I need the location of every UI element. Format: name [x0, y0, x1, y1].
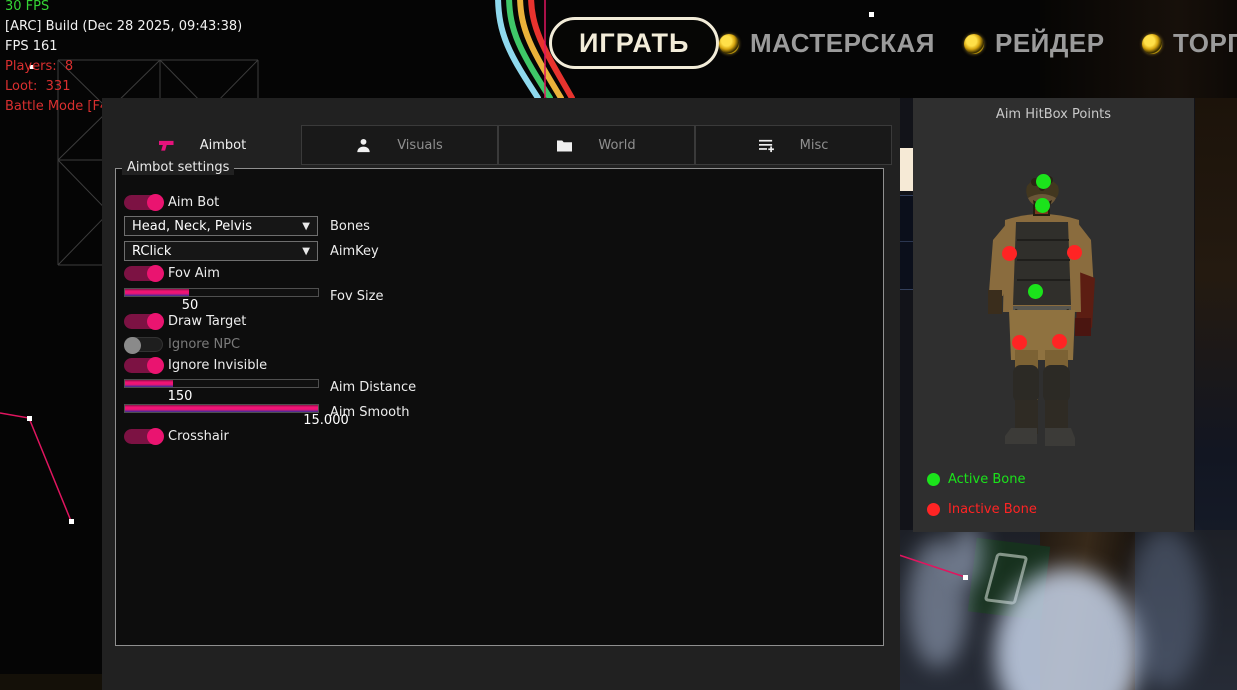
draw-target-toggle[interactable]	[124, 314, 163, 329]
legend-inactive-bone: Inactive Bone	[927, 502, 1037, 517]
hud-loot-count: Loot: 331	[5, 77, 242, 97]
filter-list-icon	[759, 138, 774, 153]
crosshair-label: Crosshair	[168, 429, 229, 444]
inactive-bone-dot-icon	[927, 503, 940, 516]
bone-dot-right-hip[interactable]	[1052, 334, 1067, 349]
esp-node-dot	[69, 519, 74, 524]
esp-node-dot	[27, 416, 32, 421]
coin-icon	[719, 34, 739, 54]
ignore-npc-toggle[interactable]	[124, 337, 163, 352]
crosshair-toggle[interactable]	[124, 429, 163, 444]
bone-dot-left-hip[interactable]	[1012, 335, 1027, 350]
folder-icon	[557, 138, 572, 153]
tab-bar: Aimbot Visuals World Misc	[104, 125, 892, 165]
slider-fill	[125, 380, 173, 387]
tab-visuals[interactable]: Visuals	[301, 125, 498, 165]
legend-label: Active Bone	[948, 472, 1025, 487]
background-light-bar	[900, 148, 914, 191]
fov-size-label: Fov Size	[330, 289, 383, 304]
toggle-knob	[147, 428, 164, 445]
toggle-knob	[147, 265, 164, 282]
menu-item-trade[interactable]: ТОРГОВЛЯ	[1142, 28, 1237, 59]
cheat-menu-panel: Aimbot Visuals World Misc Aimb	[102, 98, 900, 690]
aim-distance-slider[interactable]	[124, 379, 319, 388]
ignore-invisible-label: Ignore Invisible	[168, 358, 267, 373]
esp-node-dot	[869, 12, 874, 17]
toggle-knob	[147, 194, 164, 211]
hud-build-info: [ARC] Build (Dec 28 2025, 09:43:38)	[5, 17, 242, 37]
bones-dropdown-value: Head, Neck, Pelvis	[132, 219, 302, 234]
toggle-knob	[147, 313, 164, 330]
pistol-icon	[159, 138, 174, 153]
active-bone-dot-icon	[927, 473, 940, 486]
aim-distance-value: 150	[155, 389, 205, 404]
game-screen: 30 FPS [ARC] Build (Dec 28 2025, 09:43:3…	[0, 0, 1237, 690]
aimkey-dropdown-value: RClick	[132, 244, 302, 259]
aim-distance-label: Aim Distance	[330, 380, 416, 395]
hud-fps: FPS 161	[5, 37, 242, 57]
coin-icon	[1142, 34, 1162, 54]
fov-size-value: 50	[165, 298, 215, 313]
legend-active-bone: Active Bone	[927, 472, 1025, 487]
background-window	[900, 195, 914, 290]
bone-dot-right-shoulder[interactable]	[1067, 245, 1082, 260]
toggle-knob	[124, 337, 141, 354]
esp-node-dot	[963, 575, 968, 580]
aimkey-dropdown[interactable]: RClick ▼	[124, 241, 318, 261]
chevron-down-icon: ▼	[302, 246, 310, 257]
coin-icon	[964, 34, 984, 54]
play-button[interactable]: ИГРАТЬ	[549, 17, 719, 69]
bone-dot-neck[interactable]	[1035, 198, 1050, 213]
bone-dot-left-shoulder[interactable]	[1002, 246, 1017, 261]
settings-group-title: Aimbot settings	[122, 160, 234, 175]
person-icon	[356, 138, 371, 153]
tab-label: Visuals	[397, 138, 443, 153]
legend-label: Inactive Bone	[948, 502, 1037, 517]
tab-world[interactable]: World	[498, 125, 695, 165]
hud-players-count: Players: 8	[5, 57, 242, 77]
ignore-npc-label: Ignore NPC	[168, 337, 240, 352]
hitbox-panel-title: Aim HitBox Points	[913, 107, 1194, 122]
fov-size-slider[interactable]	[124, 288, 319, 297]
hud-fps-overlay: 30 FPS	[5, 0, 242, 17]
background-smoke-blob	[1128, 528, 1203, 688]
menu-item-workshop[interactable]: МАСТЕРСКАЯ	[719, 28, 935, 59]
fov-aim-toggle[interactable]	[124, 266, 163, 281]
bones-dropdown[interactable]: Head, Neck, Pelvis ▼	[124, 216, 318, 236]
menu-item-label: РЕЙДЕР	[995, 28, 1105, 59]
chevron-down-icon: ▼	[302, 221, 310, 232]
menu-item-label: ТОРГОВЛЯ	[1173, 28, 1237, 59]
tab-label: Misc	[800, 138, 829, 153]
bones-label: Bones	[330, 219, 370, 234]
aim-bot-label: Aim Bot	[168, 195, 219, 210]
bone-dot-head[interactable]	[1036, 174, 1051, 189]
slider-fill	[125, 405, 318, 412]
tab-misc[interactable]: Misc	[695, 125, 892, 165]
aim-bot-toggle[interactable]	[124, 195, 163, 210]
bone-dot-pelvis[interactable]	[1028, 284, 1043, 299]
draw-target-label: Draw Target	[168, 314, 246, 329]
aim-smooth-slider[interactable]	[124, 404, 319, 413]
fov-aim-label: Fov Aim	[168, 266, 220, 281]
ignore-invisible-toggle[interactable]	[124, 358, 163, 373]
menu-item-label: МАСТЕРСКАЯ	[750, 28, 935, 59]
slider-fill	[125, 289, 189, 296]
toggle-knob	[147, 357, 164, 374]
hitbox-panel: Aim HitBox Points	[913, 98, 1194, 532]
aimkey-label: AimKey	[330, 244, 379, 259]
aim-smooth-label: Aim Smooth	[330, 405, 409, 420]
tab-label: Aimbot	[200, 138, 246, 153]
menu-item-raider[interactable]: РЕЙДЕР	[964, 28, 1105, 59]
background-smoke-blob	[952, 523, 984, 585]
tab-label: World	[598, 138, 635, 153]
tab-aimbot[interactable]: Aimbot	[104, 125, 301, 165]
